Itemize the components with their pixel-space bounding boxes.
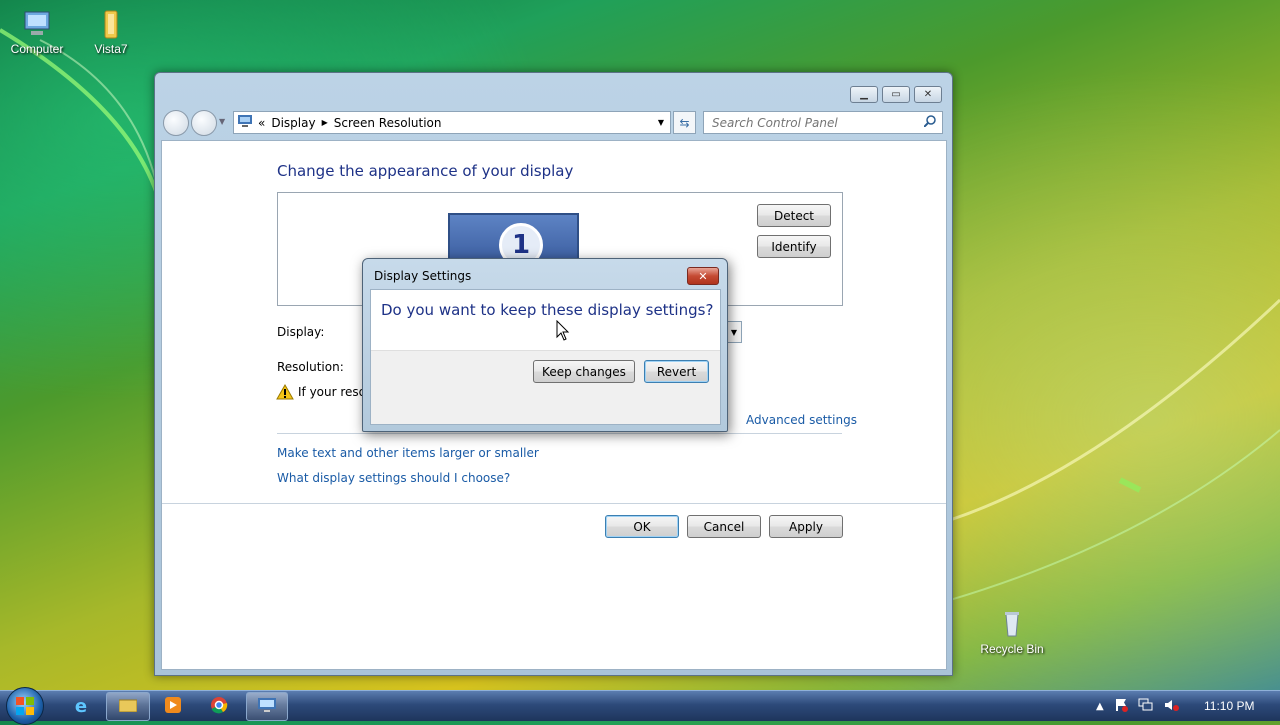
taskbar: e ▲ 11:10 PM bbox=[0, 687, 1280, 725]
ok-button[interactable]: OK bbox=[605, 515, 679, 538]
identify-button[interactable]: Identify bbox=[757, 235, 831, 258]
resolution-warning-text: If your resol bbox=[298, 385, 370, 399]
desktop-icon-computer[interactable]: Computer bbox=[2, 8, 72, 56]
search-box bbox=[703, 111, 943, 134]
forward-button[interactable] bbox=[191, 110, 217, 136]
close-icon: ✕ bbox=[923, 89, 933, 100]
warning-icon bbox=[276, 383, 294, 403]
display-help-link[interactable]: What display settings should I choose? bbox=[277, 471, 510, 485]
desktop-icon-recycle-bin[interactable]: Recycle Bin bbox=[977, 608, 1047, 656]
minimize-icon: ▁ bbox=[860, 89, 868, 100]
media-player-icon bbox=[165, 696, 181, 716]
folder-icon bbox=[95, 8, 127, 40]
dialog-body: Do you want to keep these display settin… bbox=[370, 289, 721, 425]
display-dropdown-button[interactable]: ▼ bbox=[726, 321, 742, 343]
mouse-cursor-icon bbox=[556, 320, 570, 341]
page-title: Change the appearance of your display bbox=[277, 162, 574, 180]
maximize-button[interactable]: ▭ bbox=[882, 86, 910, 103]
breadcrumb-screen-resolution[interactable]: Screen Resolution bbox=[334, 116, 442, 130]
refresh-button[interactable]: ⇆ bbox=[673, 111, 696, 134]
address-bar[interactable]: « Display ▶ Screen Resolution ▼ bbox=[233, 111, 671, 134]
action-center-icon[interactable] bbox=[1114, 698, 1128, 715]
maximize-icon: ▭ bbox=[891, 89, 901, 100]
chrome-icon bbox=[210, 696, 228, 717]
desktop-icon-vista7[interactable]: Vista7 bbox=[76, 8, 146, 56]
display-settings-icon bbox=[258, 698, 276, 715]
dialog-close-button[interactable]: ✕ bbox=[687, 267, 719, 285]
folder-icon bbox=[118, 698, 138, 715]
breadcrumb-arrow-icon[interactable]: ▶ bbox=[322, 118, 328, 127]
desktop-icon-label: Vista7 bbox=[94, 42, 128, 56]
detect-button[interactable]: Detect bbox=[757, 204, 831, 227]
recycle-bin-icon bbox=[996, 608, 1028, 640]
breadcrumb-overflow[interactable]: « bbox=[258, 116, 265, 130]
close-icon: ✕ bbox=[698, 269, 708, 283]
keep-changes-button[interactable]: Keep changes bbox=[533, 360, 635, 383]
divider bbox=[277, 433, 842, 434]
search-input[interactable] bbox=[710, 114, 919, 131]
taskbar-ie-button[interactable]: e bbox=[64, 694, 98, 718]
footer-divider bbox=[162, 503, 946, 504]
back-button[interactable] bbox=[163, 110, 189, 136]
refresh-icon: ⇆ bbox=[679, 115, 690, 130]
control-panel-icon bbox=[238, 115, 252, 130]
window-caption-buttons: ▁ ▭ ✕ bbox=[850, 86, 942, 103]
windows-logo-icon bbox=[16, 697, 34, 715]
display-settings-dialog: Display Settings ✕ Do you want to keep t… bbox=[362, 258, 728, 432]
network-icon[interactable] bbox=[1138, 698, 1154, 715]
close-window-button[interactable]: ✕ bbox=[914, 86, 942, 103]
search-icon[interactable] bbox=[923, 115, 936, 130]
taskbar-explorer-button[interactable] bbox=[106, 692, 150, 721]
show-hidden-icons-button[interactable]: ▲ bbox=[1096, 701, 1104, 712]
resolution-label: Resolution: bbox=[277, 360, 344, 374]
address-dropdown-icon[interactable]: ▼ bbox=[658, 118, 664, 127]
dialog-question: Do you want to keep these display settin… bbox=[381, 301, 714, 319]
apply-button[interactable]: Apply bbox=[769, 515, 843, 538]
system-tray: ▲ bbox=[1096, 697, 1196, 715]
breadcrumb-display[interactable]: Display bbox=[271, 116, 315, 130]
taskbar-control-panel-button[interactable] bbox=[246, 692, 288, 721]
cancel-button[interactable]: Cancel bbox=[687, 515, 761, 538]
recent-pages-chevron-icon[interactable]: ▼ bbox=[219, 117, 225, 126]
computer-icon bbox=[21, 8, 53, 40]
volume-muted-icon[interactable] bbox=[1164, 698, 1180, 715]
start-button[interactable] bbox=[6, 687, 44, 725]
display-label: Display: bbox=[277, 325, 325, 339]
taskbar-media-player-button[interactable] bbox=[156, 694, 190, 718]
text-size-link[interactable]: Make text and other items larger or smal… bbox=[277, 446, 539, 460]
dialog-title: Display Settings bbox=[374, 269, 472, 283]
navigation-bar: ▼ « Display ▶ Screen Resolution ▼ ⇆ bbox=[163, 109, 943, 136]
desktop-icon-label: Computer bbox=[10, 42, 64, 56]
clock[interactable]: 11:10 PM bbox=[1204, 699, 1254, 713]
taskbar-chrome-button[interactable] bbox=[202, 694, 236, 718]
minimize-button[interactable]: ▁ bbox=[850, 86, 878, 103]
advanced-settings-link[interactable]: Advanced settings bbox=[746, 413, 857, 427]
internet-explorer-icon: e bbox=[74, 695, 88, 717]
dialog-message-area: Do you want to keep these display settin… bbox=[371, 290, 720, 351]
desktop-icon-label: Recycle Bin bbox=[980, 642, 1044, 656]
revert-button[interactable]: Revert bbox=[644, 360, 709, 383]
